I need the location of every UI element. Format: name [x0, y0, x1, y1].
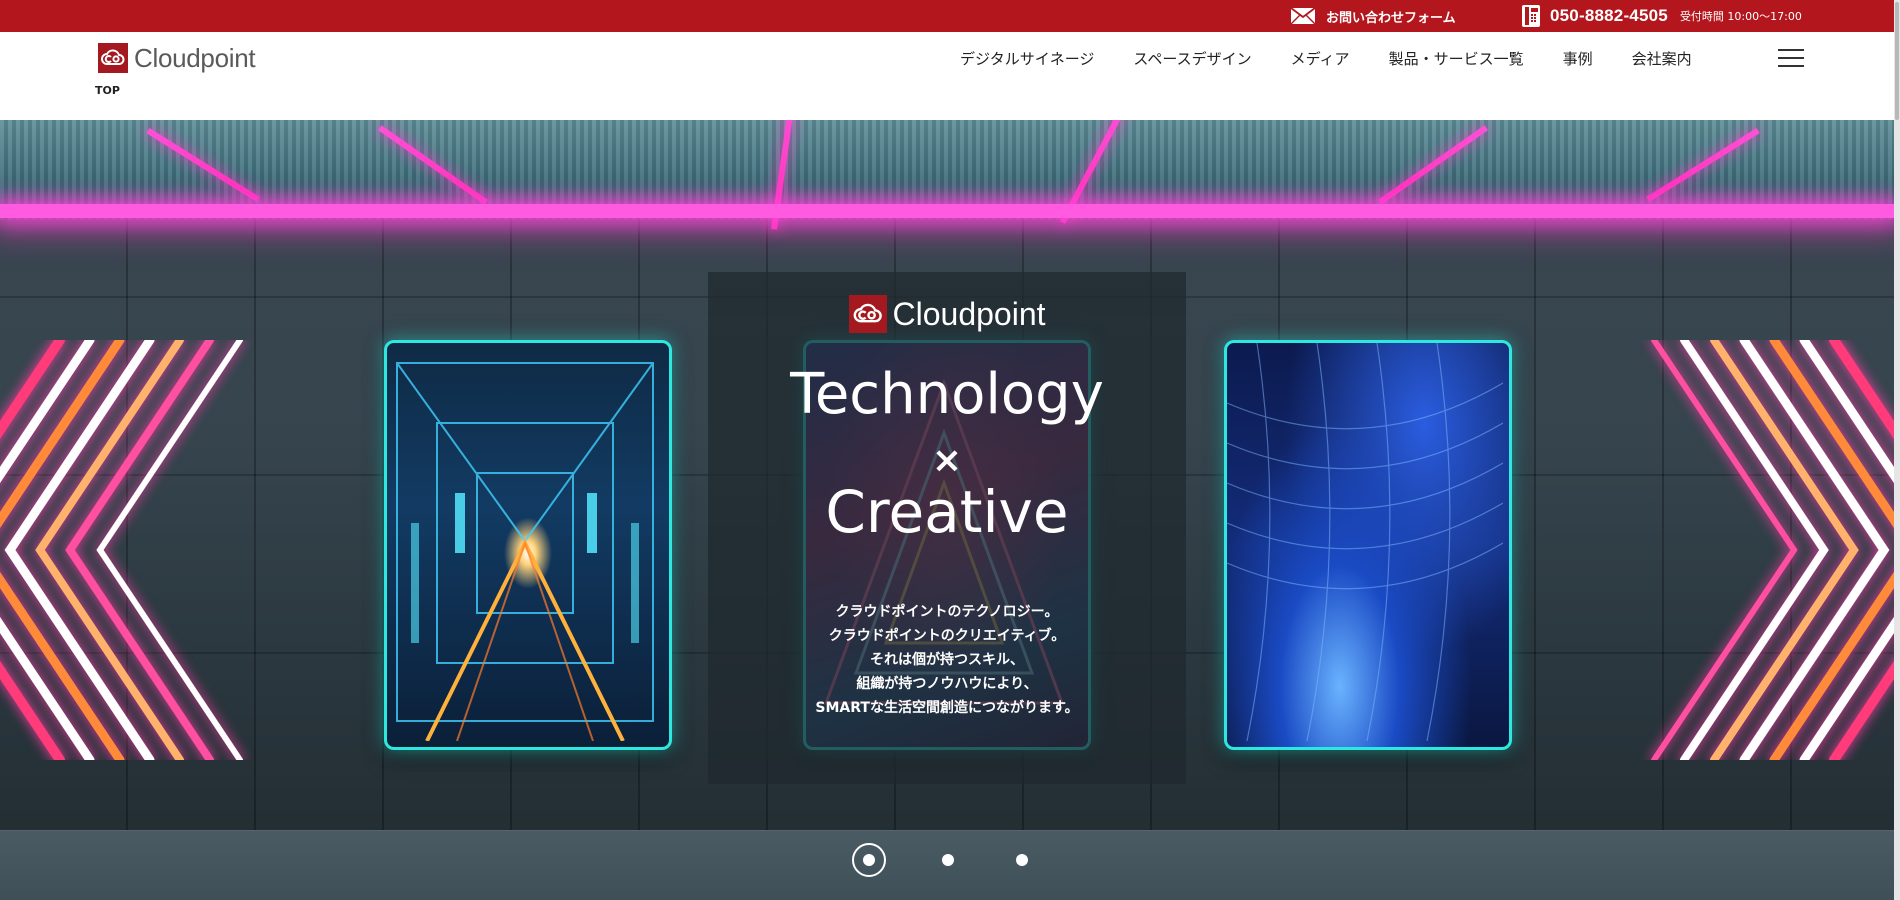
main-nav: デジタルサイネージ スペースデザイン メディア 製品・サービス一覧 事例 会社案…	[960, 32, 1692, 84]
hero-title-multiply: ×	[931, 440, 963, 481]
nav-products-services[interactable]: 製品・サービス一覧	[1389, 48, 1524, 69]
nav-space-design[interactable]: スペースデザイン	[1133, 48, 1251, 69]
mesh-image-panel	[1224, 340, 1512, 750]
hero-title-line1: Technology	[790, 362, 1104, 427]
nav-company[interactable]: 会社案内	[1632, 48, 1692, 69]
hero-logo-text: Cloudpoint	[892, 295, 1046, 332]
hero-title-line2: Creative	[825, 478, 1069, 546]
menu-line	[1778, 57, 1804, 59]
phone-number[interactable]: 050-8882-4505	[1550, 6, 1668, 26]
nav-media[interactable]: メディア	[1291, 48, 1350, 69]
cloud-logo-icon	[98, 43, 128, 73]
hero-description-line: 組織が持つノウハウにより、	[856, 676, 1038, 692]
logo-text: Cloudpoint	[134, 42, 256, 73]
hero-description-line: クラウドポイントのテクノロジー。	[835, 604, 1059, 620]
hero-logo: Cloudpoint	[708, 294, 1186, 334]
hero-description-line: SMARTな生活空間創造につながります。	[815, 700, 1079, 716]
hero-description-line: それは個が持つスキル、	[870, 652, 1024, 668]
menu-line	[1778, 65, 1804, 67]
scrollbar-thumb[interactable]	[1895, 2, 1899, 120]
page-scrollbar[interactable]	[1894, 0, 1900, 900]
breadcrumb[interactable]: TOP	[95, 84, 120, 97]
contact-form-label: お問い合わせフォーム	[1326, 10, 1456, 26]
slide-dot-1[interactable]	[852, 843, 886, 877]
contact-form-link[interactable]: お問い合わせフォーム	[1290, 0, 1456, 32]
nav-cases[interactable]: 事例	[1563, 48, 1593, 69]
corridor-image-panel	[384, 340, 672, 750]
cloud-logo-icon	[848, 295, 887, 333]
nav-digital-signage[interactable]: デジタルサイネージ	[960, 48, 1094, 69]
neon-chevrons-left	[0, 340, 243, 760]
phone-contact: 050-8882-4505 受付時間 10:00〜17:00	[1520, 0, 1802, 32]
hero-description: クラウドポイントのテクノロジー。 クラウドポイントのクリエイティブ。 それは個が…	[708, 600, 1186, 720]
neon-beam	[146, 128, 260, 202]
menu-line	[1778, 49, 1804, 51]
mail-icon	[1290, 7, 1316, 25]
slider-pagination	[852, 840, 1028, 880]
phone-icon	[1522, 5, 1540, 27]
top-contact-bar: お問い合わせフォーム 050-8882-4505 受付時間 10:00〜17:0…	[0, 0, 1900, 32]
business-hours: 受付時間 10:00〜17:00	[1679, 10, 1802, 23]
neon-beam	[1646, 128, 1760, 202]
slide-dot-2[interactable]	[942, 854, 954, 866]
neon-chevrons-right	[1651, 340, 1894, 760]
neon-ceiling-strip	[0, 204, 1894, 218]
hero-text-overlay: Cloudpoint Technology × Creative クラウドポイン…	[708, 272, 1186, 784]
hero-slider: Cloudpoint Technology × Creative クラウドポイン…	[0, 120, 1894, 900]
site-header: Cloudpoint TOP デジタルサイネージ スペースデザイン メディア 製…	[0, 32, 1900, 121]
slide-dot-3[interactable]	[1016, 854, 1028, 866]
neon-beam	[1378, 125, 1488, 205]
site-logo[interactable]: Cloudpoint	[98, 42, 256, 74]
hero-description-line: クラウドポイントのクリエイティブ。	[828, 628, 1066, 644]
neon-beam	[378, 125, 488, 205]
hamburger-menu-icon[interactable]	[1778, 47, 1804, 69]
